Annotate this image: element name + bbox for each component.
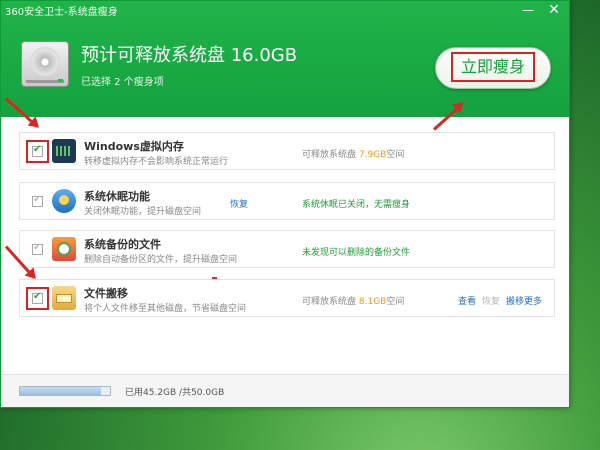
disk-usage-fill <box>20 387 102 395</box>
annotation-mark <box>212 277 217 279</box>
item-row-file-move: ✔ 文件搬移 将个人文件移至其他磁盘，节省磁盘空间 可释放系统盘 8.1GB空间… <box>19 279 555 317</box>
check-icon: ✔ <box>33 144 42 155</box>
info-value: 8.1GB <box>358 297 387 307</box>
item-info: 可释放系统盘 8.1GB空间 <box>302 294 404 307</box>
memory-chip-icon <box>52 139 76 163</box>
item-info: 系统休眠已关闭，无需瘦身 <box>302 200 411 210</box>
item-description: 将个人文件移至其他磁盘，节省磁盘空间 <box>84 304 247 314</box>
footer-bar: 已用45.2GB /共50.0GB <box>1 374 569 407</box>
item-description: 转移虚拟内存不会影响系统正常运行 <box>84 157 229 167</box>
app-window: 360安全卫士-系统盘瘦身 — ✕ 预计可释放系统盘 16.0GB 已选择 2 … <box>0 0 570 408</box>
minimize-button[interactable]: — <box>515 1 541 19</box>
restore-link[interactable]: 恢复 <box>482 294 500 307</box>
backup-icon <box>52 237 76 261</box>
disk-usage-text: 已用45.2GB /共50.0GB <box>125 388 225 398</box>
item-info: 未发现可以删除的备份文件 <box>302 248 411 258</box>
info-suffix: 空间 <box>386 150 405 160</box>
item-info: 可释放系统盘 7.9GB空间 <box>302 147 404 160</box>
item-description: 关闭休眠功能，提升磁盘空间 <box>84 207 202 217</box>
check-icon: ✔ <box>33 194 42 205</box>
item-title: 系统备份的文件 <box>84 238 161 251</box>
item-row-backup: ✔ 系统备份的文件 删除自动备份区的文件，提升磁盘空间 未发现可以删除的备份文件 <box>19 230 555 268</box>
check-icon: ✔ <box>33 291 42 302</box>
checkbox-hibernate[interactable]: ✔ <box>32 194 43 207</box>
item-title: 文件搬移 <box>84 287 128 300</box>
item-title: 系统休眠功能 <box>84 190 150 203</box>
info-prefix: 可释放系统盘 <box>302 150 359 160</box>
hard-disk-icon <box>21 41 69 87</box>
item-title: Windows虚拟内存 <box>84 140 184 153</box>
close-button[interactable]: ✕ <box>541 1 567 19</box>
move-more-link[interactable]: 搬移更多 <box>506 294 542 307</box>
restore-hibernate-link[interactable]: 恢复 <box>230 197 248 210</box>
item-row-virtual-memory: ✔ Windows虚拟内存 转移虚拟内存不会影响系统正常运行 可释放系统盘 7.… <box>19 132 555 170</box>
checkbox-virtual-memory[interactable]: ✔ <box>26 140 49 163</box>
info-value: 7.9GB <box>358 150 387 160</box>
info-prefix: 可释放系统盘 <box>302 297 359 307</box>
item-row-hibernate: ✔ 系统休眠功能 关闭休眠功能，提升磁盘空间 恢复 系统休眠已关闭，无需瘦身 <box>19 182 555 220</box>
header-banner: 360安全卫士-系统盘瘦身 — ✕ 预计可释放系统盘 16.0GB 已选择 2 … <box>1 1 569 117</box>
slim-now-label: 立即瘦身 <box>451 52 535 82</box>
item-description: 删除自动备份区的文件，提升磁盘空间 <box>84 255 238 265</box>
view-link[interactable]: 查看 <box>458 294 476 307</box>
checkbox-file-move[interactable]: ✔ <box>26 287 49 310</box>
checkbox-backup[interactable]: ✔ <box>32 242 43 255</box>
disk-usage-bar <box>19 386 111 396</box>
info-suffix: 空间 <box>386 297 405 307</box>
check-icon: ✔ <box>33 242 42 253</box>
page-title: 预计可释放系统盘 16.0GB <box>81 45 298 66</box>
disk-platter <box>30 47 60 77</box>
slim-now-button[interactable]: 立即瘦身 <box>435 47 551 89</box>
window-title: 360安全卫士-系统盘瘦身 <box>5 7 118 18</box>
hibernate-icon <box>52 189 76 213</box>
selection-summary: 已选择 2 个瘦身项 <box>81 77 164 88</box>
folder-move-icon <box>52 286 76 310</box>
disk-led <box>58 79 63 82</box>
